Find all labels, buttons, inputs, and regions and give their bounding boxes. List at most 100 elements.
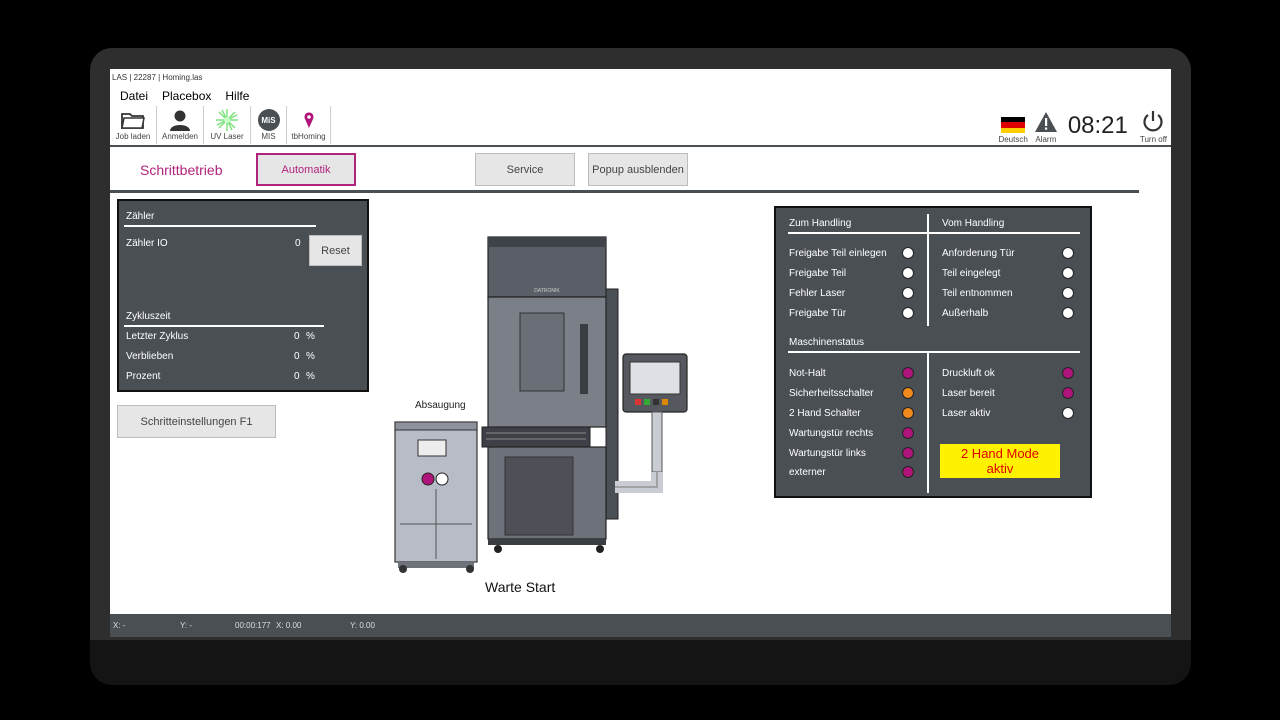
folder-icon (121, 108, 145, 132)
mode-box-line1: 2 Hand Mode (960, 446, 1040, 461)
ms-laser-bereit: Laser bereit (942, 387, 1074, 399)
io-status-panel: Zum Handling Vom Handling Freigabe Teil … (774, 206, 1092, 498)
language-label: Deutsch (998, 135, 1028, 144)
io-label: Laser aktiv (942, 407, 991, 419)
io-anforderung-tuer: Anforderung Tür (942, 247, 1074, 259)
hide-popup-button[interactable]: Popup ausblenden (588, 153, 688, 186)
handling-divider (927, 214, 929, 326)
io-label: Druckluft ok (942, 367, 995, 379)
statusbar-x1: X: - (113, 621, 126, 630)
alarm-label: Alarm (1035, 135, 1057, 144)
two-hand-mode-indicator: 2 Hand Mode aktiv (940, 444, 1060, 478)
ms-wartungstuer-links: Wartungstür links (789, 447, 914, 459)
clock: 08:21 (1067, 112, 1128, 139)
percent-unit: % (306, 371, 315, 382)
mode-divider (110, 190, 1139, 193)
cycle-title-underline (124, 325, 324, 327)
app-window: LAS | 22287 | Homing.las Datei Placebox … (110, 69, 1171, 637)
last-cycle-value: 0 (294, 331, 300, 342)
to-handling-title: Zum Handling (789, 218, 852, 229)
ms-2-hand-schalter: 2 Hand Schalter (789, 407, 914, 419)
remaining-label: Verblieben (126, 351, 174, 362)
handling-underline (788, 232, 1080, 234)
toolbar: Job laden Anmelden UV Laser MiS MIS tbHo… (110, 106, 331, 144)
status-led (902, 387, 914, 399)
ms-laser-aktiv: Laser aktiv (942, 407, 1074, 419)
io-freigabe-tuer: Freigabe Tür (789, 307, 914, 319)
ms-wartungstuer-rechts: Wartungstür rechts (789, 427, 914, 439)
laser-burst-icon (215, 108, 239, 132)
homing-label: tbHoming (291, 132, 326, 141)
job-load-button[interactable]: Job laden (110, 106, 157, 144)
menu-datei[interactable]: Datei (120, 89, 148, 103)
laser-machine-illustration: DATRONIK (394, 236, 688, 573)
statusbar-time: 00:00:177 (235, 621, 271, 630)
status-led (1062, 307, 1074, 319)
counter-title-underline (124, 225, 316, 227)
percent-label: Prozent (126, 371, 161, 382)
reset-button[interactable]: Reset (309, 235, 362, 266)
header-divider (110, 145, 1171, 147)
mis-button[interactable]: MiS MIS (251, 106, 287, 144)
remaining-unit: % (306, 351, 315, 362)
header-right: Deutsch Alarm 08:21 Turn off (998, 106, 1167, 144)
power-button[interactable]: Turn off (1140, 109, 1167, 144)
alarm-button[interactable]: Alarm (1034, 111, 1058, 144)
status-led (902, 466, 914, 478)
login-button[interactable]: Anmelden (157, 106, 204, 144)
status-bar: X: - Y: - 00:00:177 X: 0.00 Y: 0.00 (110, 614, 1171, 637)
io-label: Wartungstür links (789, 447, 866, 459)
io-label: Freigabe Tür (789, 307, 847, 319)
io-teil-eingelegt: Teil eingelegt (942, 267, 1074, 279)
status-led (902, 427, 914, 439)
statusbar-y1: Y: - (180, 621, 193, 630)
service-button[interactable]: Service (475, 153, 575, 186)
io-label: Außerhalb (942, 307, 989, 319)
menu-placebox[interactable]: Placebox (162, 89, 211, 103)
machine-status-text: Warte Start (485, 579, 556, 595)
from-handling-title: Vom Handling (942, 218, 1005, 229)
automatic-button[interactable]: Automatik (256, 153, 356, 186)
mis-label: MIS (261, 132, 276, 141)
status-led (1062, 407, 1074, 419)
io-label: externer (789, 466, 826, 478)
io-label: Sicherheitsschalter (789, 387, 874, 399)
step-mode-title[interactable]: Schrittbetrieb (140, 162, 222, 178)
warning-icon (1034, 111, 1058, 135)
io-label: Laser bereit (942, 387, 995, 399)
status-led (902, 367, 914, 379)
extraction-light-1 (421, 472, 435, 486)
extraction-light-2 (435, 472, 449, 486)
cycle-title: Zykluszeit (126, 311, 171, 322)
german-flag-icon (1001, 117, 1026, 133)
menu-hilfe[interactable]: Hilfe (225, 89, 249, 103)
io-label: Fehler Laser (789, 287, 846, 299)
machine-status-underline (788, 351, 1080, 353)
extraction-unit (394, 421, 478, 573)
uv-laser-button[interactable]: UV Laser (204, 106, 251, 144)
last-cycle-unit: % (306, 331, 315, 342)
window-title: LAS | 22287 | Homing.las (112, 73, 203, 82)
io-teil-entnommen: Teil entnommen (942, 287, 1074, 299)
ms-externer: externer (789, 466, 914, 478)
percent-value: 0 (294, 371, 300, 382)
login-label: Anmelden (161, 132, 199, 141)
ms-druckluft-ok: Druckluft ok (942, 367, 1074, 379)
remaining-value: 0 (294, 351, 300, 362)
io-label: 2 Hand Schalter (789, 407, 861, 419)
status-led (902, 267, 914, 279)
homing-button[interactable]: tbHoming (287, 106, 331, 144)
control-terminal (615, 353, 688, 493)
monitor-bezel-bottom (90, 640, 1191, 685)
counter-panel: Zähler Zähler IO 0 Reset Zykluszeit Letz… (117, 199, 369, 392)
ms-sicherheitsschalter: Sicherheitsschalter (789, 387, 914, 399)
mis-icon-text: MiS (257, 109, 280, 131)
language-button[interactable]: Deutsch (998, 117, 1028, 144)
io-fehler-laser: Fehler Laser (789, 287, 914, 299)
status-led (1062, 267, 1074, 279)
laser-cabinet: DATRONIK (481, 236, 619, 553)
status-led (1062, 247, 1074, 259)
io-label: Freigabe Teil (789, 267, 847, 279)
step-settings-button[interactable]: Schritteinstellungen F1 (117, 405, 276, 438)
io-freigabe-teil: Freigabe Teil (789, 267, 914, 279)
